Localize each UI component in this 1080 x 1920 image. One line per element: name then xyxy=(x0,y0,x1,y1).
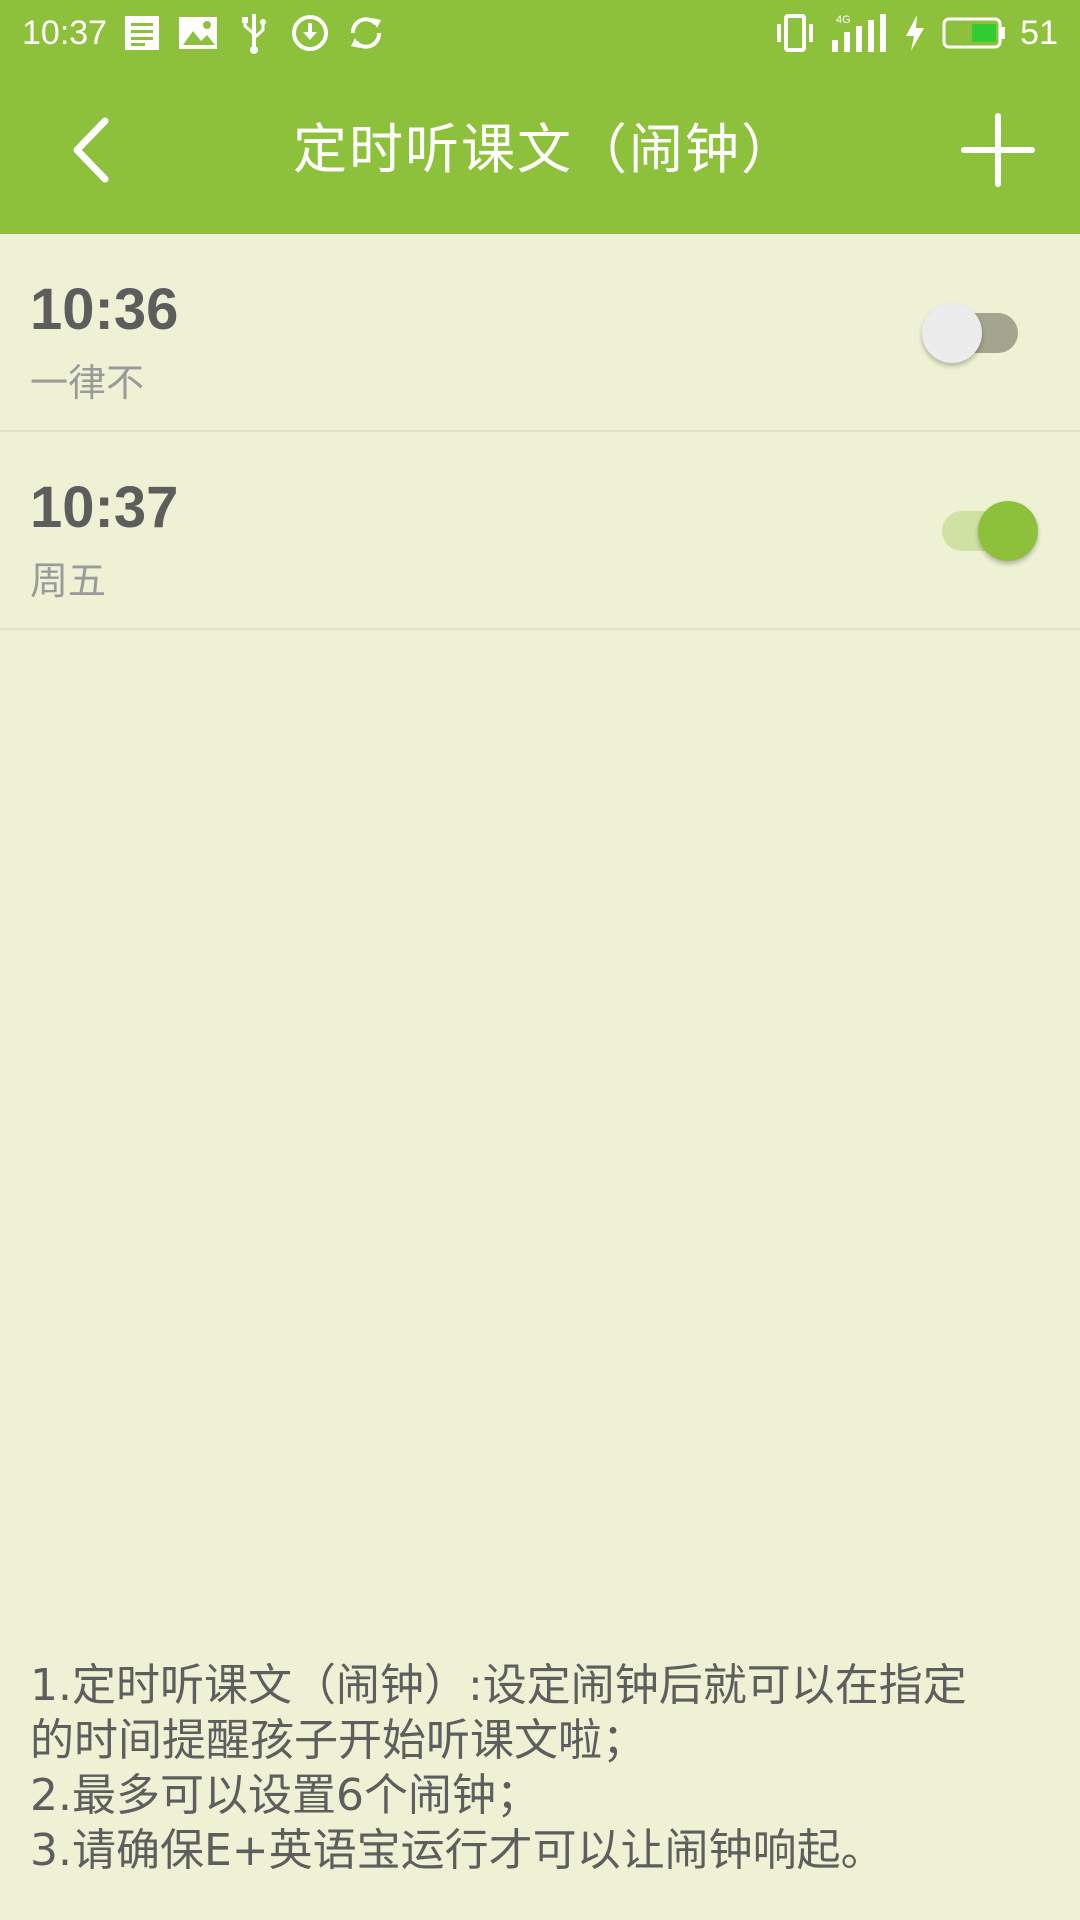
help-notes: 1.定时听课文（闹钟）:设定闹钟后就可以在指定 的时间提醒孩子开始听课文啦； 2… xyxy=(30,1658,1060,1878)
alarm-list: 10:36 一律不 10:37 周五 xyxy=(0,234,1080,630)
status-bar: 10:37 4G 51 xyxy=(0,0,1080,66)
status-left: 10:37 xyxy=(22,12,387,54)
download-icon xyxy=(289,12,331,54)
alarm-toggle[interactable] xyxy=(914,300,1030,366)
alarm-repeat: 一律不 xyxy=(30,361,145,405)
page-title: 定时听课文（闹钟） xyxy=(293,118,797,181)
sync-icon xyxy=(345,12,387,54)
app-bar: 定时听课文（闹钟） xyxy=(0,66,1080,234)
status-right: 4G 51 xyxy=(774,12,1058,54)
toggle-knob xyxy=(922,303,982,363)
battery-level: 51 xyxy=(1020,13,1058,52)
notes-icon xyxy=(121,12,163,54)
battery-icon xyxy=(942,12,1006,54)
plus-icon xyxy=(961,113,1035,187)
image-icon xyxy=(177,12,219,54)
alarm-time: 10:37 xyxy=(30,475,179,540)
note-line: 的时间提醒孩子开始听课文啦； xyxy=(30,1715,646,1766)
signal-4g-icon: 4G xyxy=(830,12,888,54)
note-line: 1.定时听课文（闹钟）:设定闹钟后就可以在指定 xyxy=(30,1660,967,1711)
alarm-row[interactable]: 10:36 一律不 xyxy=(0,234,1080,432)
usb-icon xyxy=(233,12,275,54)
vibrate-icon xyxy=(774,12,816,54)
network-label: 4G xyxy=(836,14,851,26)
status-time: 10:37 xyxy=(22,13,108,52)
note-line: 3.请确保E+英语宝运行才可以让闹钟响起。 xyxy=(30,1825,885,1876)
charging-icon xyxy=(902,12,928,54)
alarm-repeat: 周五 xyxy=(30,559,107,603)
toggle-knob xyxy=(978,501,1038,561)
alarm-time: 10:36 xyxy=(30,277,179,342)
note-line: 2.最多可以设置6个闹钟； xyxy=(30,1770,540,1821)
add-alarm-button[interactable] xyxy=(954,106,1042,194)
alarm-toggle[interactable] xyxy=(930,498,1046,564)
alarm-row[interactable]: 10:37 周五 xyxy=(0,432,1080,630)
